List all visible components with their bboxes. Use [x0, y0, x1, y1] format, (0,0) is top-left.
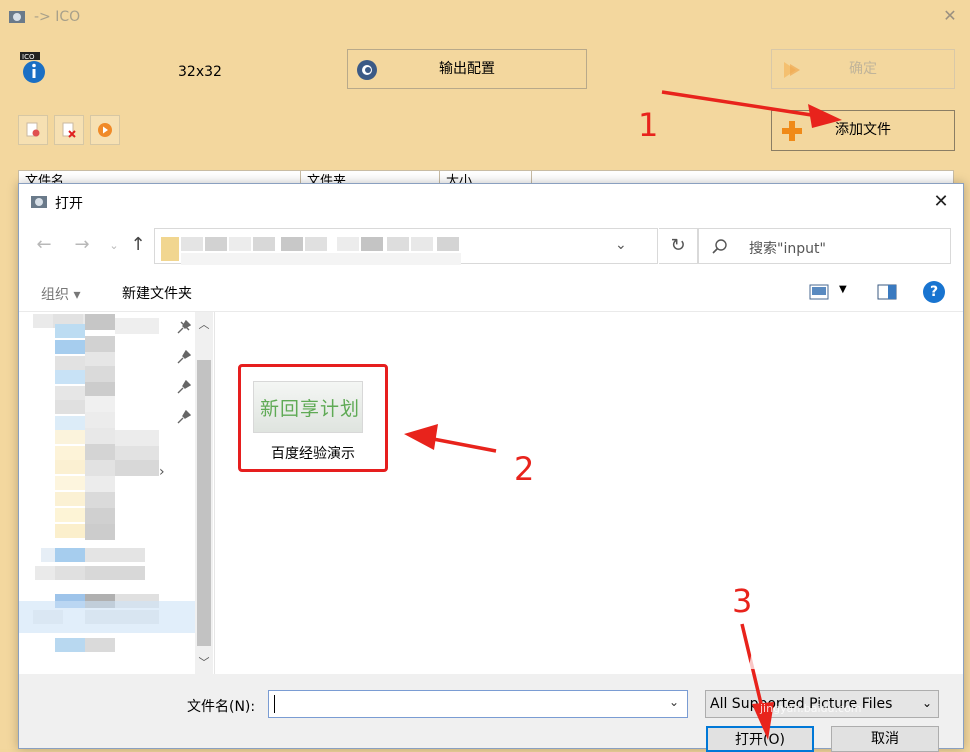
play-icon [98, 123, 112, 137]
ico-format-icon: ICO [20, 52, 45, 83]
forward-icon[interactable]: → [71, 234, 93, 255]
dialog-toolbar: 组织 ▾ 新建文件夹 ▼ ? [19, 274, 963, 312]
watermark-url: jingyan.baidu.com [760, 702, 862, 715]
icon-size-label: 32x32 [178, 64, 222, 80]
text-caret [274, 695, 275, 713]
filename-input[interactable]: ⌄ [268, 690, 688, 718]
dialog-title: 打开 [55, 196, 83, 212]
arrow-right-icon [784, 62, 800, 78]
refresh-button[interactable]: ↻ [659, 228, 698, 264]
address-bar[interactable]: ⌄ [154, 228, 658, 265]
open-button[interactable]: 打开(O) [706, 726, 814, 752]
column-size[interactable]: 大小 [440, 170, 532, 184]
confirm-label: 确定 [849, 61, 877, 77]
pin-icon [177, 320, 191, 334]
convert-button[interactable] [90, 115, 120, 145]
help-icon[interactable]: ? [923, 281, 945, 303]
nav-scrollbar[interactable]: ︿ ﹀ [195, 312, 213, 674]
chevron-down-icon: ⌄ [921, 696, 932, 710]
scroll-up-icon[interactable]: ︿ [197, 316, 211, 332]
filename-label: 文件名(N): [187, 699, 256, 715]
pin-icon [177, 380, 191, 394]
app-title: -> ICO [34, 9, 81, 25]
confirm-button[interactable]: 确定 [771, 49, 955, 89]
recent-locations-icon[interactable]: ⌄ [103, 239, 125, 252]
address-dropdown-icon[interactable]: ⌄ [615, 237, 627, 253]
preview-pane-icon[interactable] [877, 284, 897, 300]
filename-history-icon[interactable]: ⌄ [669, 695, 679, 709]
change-view-icon[interactable] [809, 284, 829, 300]
file-name-label: 百度经验演示 [271, 446, 355, 462]
new-folder-button[interactable]: 新建文件夹 [122, 283, 192, 303]
up-icon[interactable]: ↑ [127, 234, 149, 255]
navigation-pane: › ︿ ﹀ [19, 312, 215, 674]
dialog-app-icon [31, 196, 47, 208]
svg-text:ICO: ICO [22, 53, 35, 61]
annotation-step-2: 2 [514, 450, 535, 488]
search-icon [712, 239, 727, 254]
app-title-bar: -> ICO ✕ [0, 0, 970, 36]
expand-icon[interactable]: › [159, 464, 165, 480]
organize-menu[interactable]: 组织 ▾ [41, 284, 80, 304]
annotation-step-1: 1 [638, 106, 659, 144]
blurred-path [161, 237, 461, 265]
dialog-title-bar: 打开 ✕ [19, 184, 963, 220]
search-input[interactable]: 搜索"input" [698, 228, 951, 264]
thumbnail-text: 新回享计划 [260, 398, 361, 420]
add-file-button[interactable]: 添加文件 [771, 110, 955, 151]
file-list-header: 文件名 文件夹 大小 [18, 170, 954, 184]
output-config-button[interactable]: 输出配置 [347, 49, 587, 89]
settings-icon [357, 60, 377, 80]
scroll-thumb[interactable] [197, 360, 211, 646]
app-icon [9, 11, 25, 23]
annotation-step-3: 3 [732, 582, 753, 620]
scroll-down-icon[interactable]: ﹀ [197, 654, 211, 670]
delete-icon [62, 122, 76, 138]
remove-file-icon [26, 122, 40, 137]
remove-file-button[interactable] [18, 115, 48, 145]
app-close-icon[interactable]: ✕ [940, 6, 960, 26]
view-options-icon[interactable]: ▼ [839, 284, 847, 295]
pin-icon [177, 350, 191, 364]
file-content-pane: 新回享计划 百度经验演示 [216, 312, 963, 674]
clear-list-button[interactable] [54, 115, 84, 145]
dialog-close-icon[interactable]: ✕ [927, 190, 955, 214]
navigation-bar: ← → ⌄ ↑ ⌄ ↻ 搜索"input" [19, 226, 963, 266]
refresh-icon: ↻ [670, 235, 686, 256]
search-placeholder: 搜索"input" [749, 241, 826, 257]
file-item[interactable]: 新回享计划 百度经验演示 [238, 364, 388, 472]
selected-nav-item[interactable] [19, 601, 195, 633]
column-filename[interactable]: 文件名 [19, 170, 301, 184]
output-config-label: 输出配置 [439, 61, 495, 77]
add-file-label: 添加文件 [835, 122, 891, 138]
cancel-button[interactable]: 取消 [831, 726, 939, 752]
back-icon[interactable]: ← [33, 234, 55, 255]
pin-icon [177, 410, 191, 424]
watermark: Baidu经验 [748, 646, 884, 676]
plus-icon [782, 121, 802, 141]
column-folder[interactable]: 文件夹 [301, 170, 440, 184]
file-thumbnail: 新回享计划 [253, 381, 363, 433]
